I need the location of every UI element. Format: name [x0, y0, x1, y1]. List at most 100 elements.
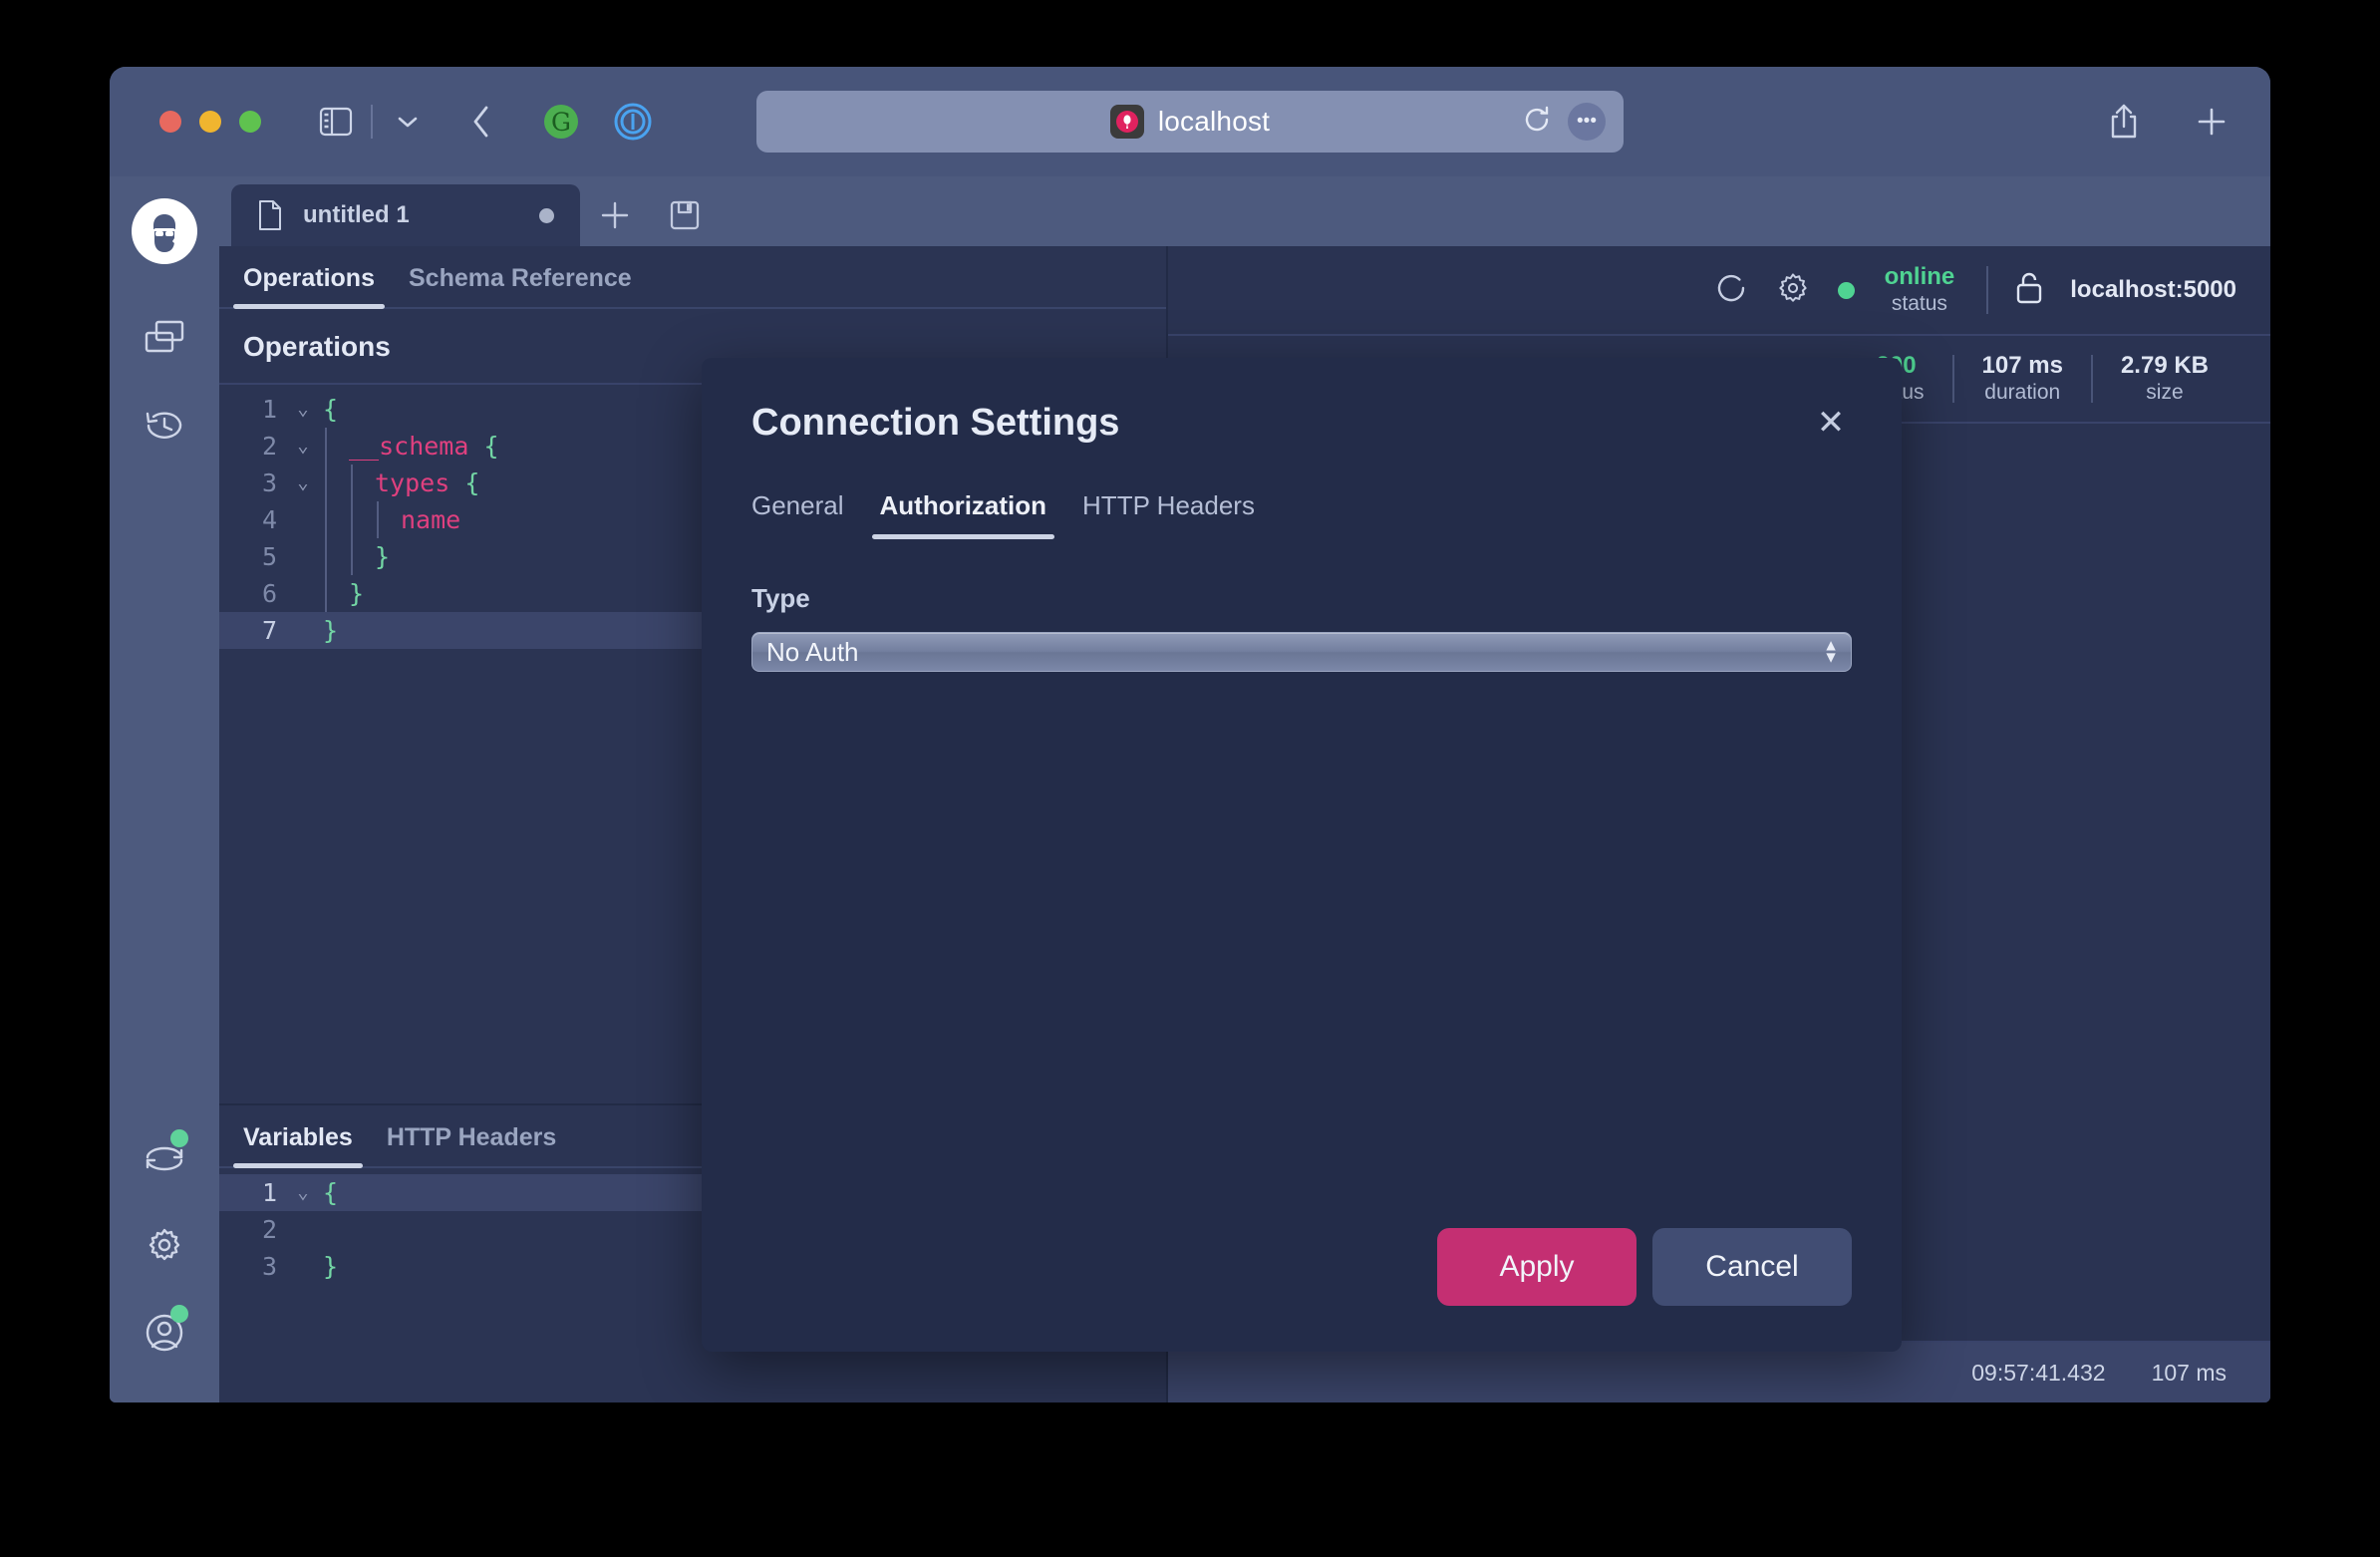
- code-text: }: [323, 1252, 339, 1281]
- svg-text:G: G: [551, 108, 571, 137]
- meta-duration-label: duration: [1984, 380, 2061, 404]
- code-text: {: [323, 395, 339, 424]
- dialog-actions: Apply Cancel: [1437, 1228, 1852, 1306]
- fold-chevron-icon[interactable]: ⌄: [283, 428, 323, 465]
- tab-http-headers[interactable]: HTTP Headers: [387, 1123, 556, 1168]
- address-bar-text: localhost: [1157, 106, 1271, 137]
- query-pane-tabs: Operations Schema Reference: [219, 246, 1166, 309]
- browser-right-actions: [2101, 102, 2234, 142]
- result-toolbar: online status localhost:5000: [1168, 246, 2270, 334]
- dialog-tab-general[interactable]: General: [751, 490, 844, 539]
- fold-chevron-icon[interactable]: ⌄: [283, 1174, 323, 1211]
- account-status-badge: [170, 1305, 188, 1323]
- cancel-button[interactable]: Cancel: [1652, 1228, 1852, 1306]
- sidebar-item-collections[interactable]: [129, 302, 200, 374]
- tab-variables[interactable]: Variables: [233, 1123, 363, 1168]
- window-tabbar: untitled 1: [219, 176, 2270, 246]
- zoom-window-button[interactable]: [239, 111, 261, 133]
- indent-guide: [377, 501, 379, 538]
- code-text: types {: [375, 468, 480, 497]
- connection-status-label: status: [1891, 291, 1947, 315]
- line-number: 4: [261, 505, 277, 534]
- close-window-button[interactable]: [159, 111, 181, 133]
- app-sidebar: [110, 176, 219, 1402]
- address-bar[interactable]: localhost •••: [756, 91, 1624, 153]
- line-number: 2: [261, 432, 277, 461]
- apply-button[interactable]: Apply: [1437, 1228, 1636, 1306]
- line-number: 1: [261, 395, 277, 424]
- code-text: name: [401, 505, 461, 534]
- sidebar-item-sync[interactable]: [129, 1121, 200, 1193]
- dialog-body: Type No Auth ▲ ▼: [702, 539, 1902, 672]
- dialog-tab-http-headers[interactable]: HTTP Headers: [1082, 490, 1255, 539]
- sidebar-toggle-icon[interactable]: [313, 102, 359, 142]
- sidebar-item-settings[interactable]: [129, 1209, 200, 1281]
- reload-docs-icon[interactable]: [1714, 271, 1748, 310]
- share-icon[interactable]: [2101, 102, 2147, 142]
- sidebar-item-history[interactable]: [129, 390, 200, 462]
- connection-status-dot: [1837, 281, 1855, 299]
- connection-host: localhost:5000: [2070, 276, 2236, 303]
- line-number: 5: [261, 542, 277, 571]
- traffic-lights: [159, 111, 261, 133]
- close-icon[interactable]: ✕: [1810, 402, 1852, 444]
- line-number: 6: [261, 579, 277, 608]
- dialog-title: Connection Settings: [751, 402, 1120, 444]
- code-text: }: [323, 616, 339, 645]
- connection-status-value: online: [1884, 263, 1955, 291]
- onepassword-extension-icon[interactable]: [610, 102, 656, 142]
- grammarly-extension-icon[interactable]: G: [538, 102, 584, 142]
- fold-chevron-icon[interactable]: ⌄: [283, 465, 323, 501]
- save-tab-icon[interactable]: [650, 184, 720, 246]
- connection-settings-dialog: Connection Settings ✕ General Authorizat…: [702, 358, 1902, 1352]
- type-label: Type: [751, 583, 810, 613]
- new-tab-icon[interactable]: [2189, 102, 2234, 142]
- meta-duration-value: 107 ms: [1981, 352, 2063, 380]
- line-number: 2: [261, 1215, 277, 1244]
- sync-status-badge: [170, 1129, 188, 1147]
- response-duration: 107 ms: [2151, 1359, 2227, 1386]
- line-number: 3: [261, 468, 277, 497]
- auth-type-value: No Auth: [766, 636, 859, 667]
- line-number: 1: [261, 1178, 277, 1207]
- window-tab-untitled-1[interactable]: untitled 1: [231, 184, 580, 246]
- minimize-window-button[interactable]: [199, 111, 221, 133]
- tab-operations[interactable]: Operations: [233, 264, 385, 309]
- address-bar-actions: •••: [1522, 103, 1606, 141]
- code-text: }: [349, 579, 365, 608]
- auth-type-select[interactable]: No Auth ▲ ▼: [751, 632, 1852, 672]
- tab-schema-reference[interactable]: Schema Reference: [409, 264, 632, 309]
- safari-window: G localhost ••• untitled 1 Operations Sc…: [110, 67, 2270, 1402]
- chevron-down-icon[interactable]: [385, 102, 431, 142]
- dialog-tab-authorization[interactable]: Authorization: [871, 490, 1054, 539]
- code-text: {: [323, 1178, 339, 1207]
- code-text: __schema {: [349, 432, 499, 461]
- code-text: }: [375, 542, 391, 571]
- altair-logo: [132, 198, 197, 264]
- site-favicon: [1109, 105, 1144, 139]
- more-options-icon[interactable]: •••: [1568, 103, 1606, 141]
- sidebar-item-account[interactable]: [129, 1297, 200, 1369]
- dialog-tabs: General Authorization HTTP Headers: [702, 445, 1902, 539]
- indent-guide: [351, 465, 353, 575]
- toolbar-divider: [371, 105, 373, 139]
- fold-chevron-icon[interactable]: ⌄: [283, 391, 323, 428]
- add-tab-icon[interactable]: [580, 184, 650, 246]
- settings-gear-icon[interactable]: [1774, 269, 1812, 312]
- toolbar-divider: [1986, 266, 1989, 314]
- meta-duration: 107 ms duration: [1954, 352, 2091, 405]
- line-number: 7: [261, 616, 277, 645]
- document-icon: [259, 200, 281, 230]
- meta-size-value: 2.79 KB: [2120, 352, 2209, 380]
- stepper-arrows-icon[interactable]: ▲ ▼: [1823, 638, 1839, 665]
- line-number: 3: [261, 1252, 277, 1281]
- meta-size-label: size: [2146, 380, 2184, 404]
- back-button[interactable]: [458, 102, 504, 142]
- browser-toolbar: G localhost •••: [110, 67, 2270, 176]
- indent-guide: [325, 428, 327, 612]
- unsaved-indicator: [539, 207, 554, 223]
- response-timestamp: 09:57:41.432: [1971, 1359, 2106, 1386]
- window-tab-label: untitled 1: [303, 201, 410, 228]
- dialog-header: Connection Settings ✕: [702, 358, 1902, 445]
- reload-icon[interactable]: [1522, 105, 1552, 140]
